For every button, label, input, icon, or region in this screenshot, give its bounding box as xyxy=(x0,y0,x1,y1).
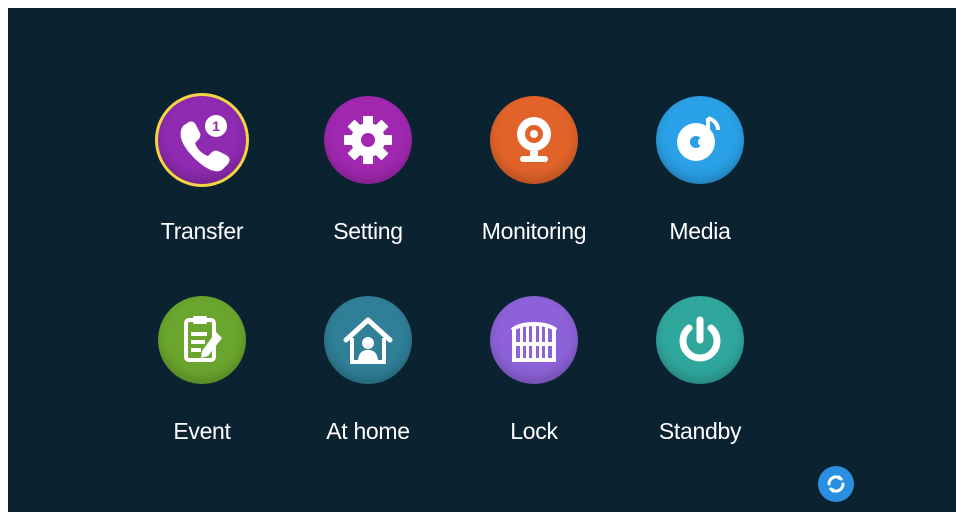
menu-item-setting[interactable]: Setting xyxy=(288,96,448,276)
webcam-icon xyxy=(490,96,578,184)
menu-item-standby[interactable]: Standby xyxy=(620,296,780,476)
menu-label-media: Media xyxy=(669,218,731,244)
menu-label-at-home: At home xyxy=(326,418,410,444)
menu-item-transfer[interactable]: 1 Transfer xyxy=(122,96,282,276)
menu-label-event: Event xyxy=(173,418,231,444)
menu-label-lock: Lock xyxy=(510,418,558,444)
menu-item-at-home[interactable]: At home xyxy=(288,296,448,476)
menu-label-setting: Setting xyxy=(333,218,403,244)
home-screen: 1 Transfer Setting Monitoring Media Even… xyxy=(8,8,956,512)
power-icon xyxy=(656,296,744,384)
home-person-icon xyxy=(324,296,412,384)
badge-count: 1 xyxy=(212,118,220,134)
phone-badge-icon: 1 xyxy=(158,96,246,184)
media-note-icon xyxy=(656,96,744,184)
refresh-icon xyxy=(827,475,845,493)
menu-item-monitoring[interactable]: Monitoring xyxy=(454,96,614,276)
menu-item-lock[interactable]: Lock xyxy=(454,296,614,476)
refresh-button[interactable] xyxy=(818,466,854,502)
menu-label-monitoring: Monitoring xyxy=(481,218,587,244)
menu-item-media[interactable]: Media xyxy=(620,96,780,276)
clipboard-edit-icon xyxy=(158,296,246,384)
menu-item-event[interactable]: Event xyxy=(122,296,282,476)
gate-icon xyxy=(490,296,578,384)
gear-icon xyxy=(324,96,412,184)
menu-label-standby: Standby xyxy=(658,418,742,444)
menu-label-transfer: Transfer xyxy=(160,218,244,244)
